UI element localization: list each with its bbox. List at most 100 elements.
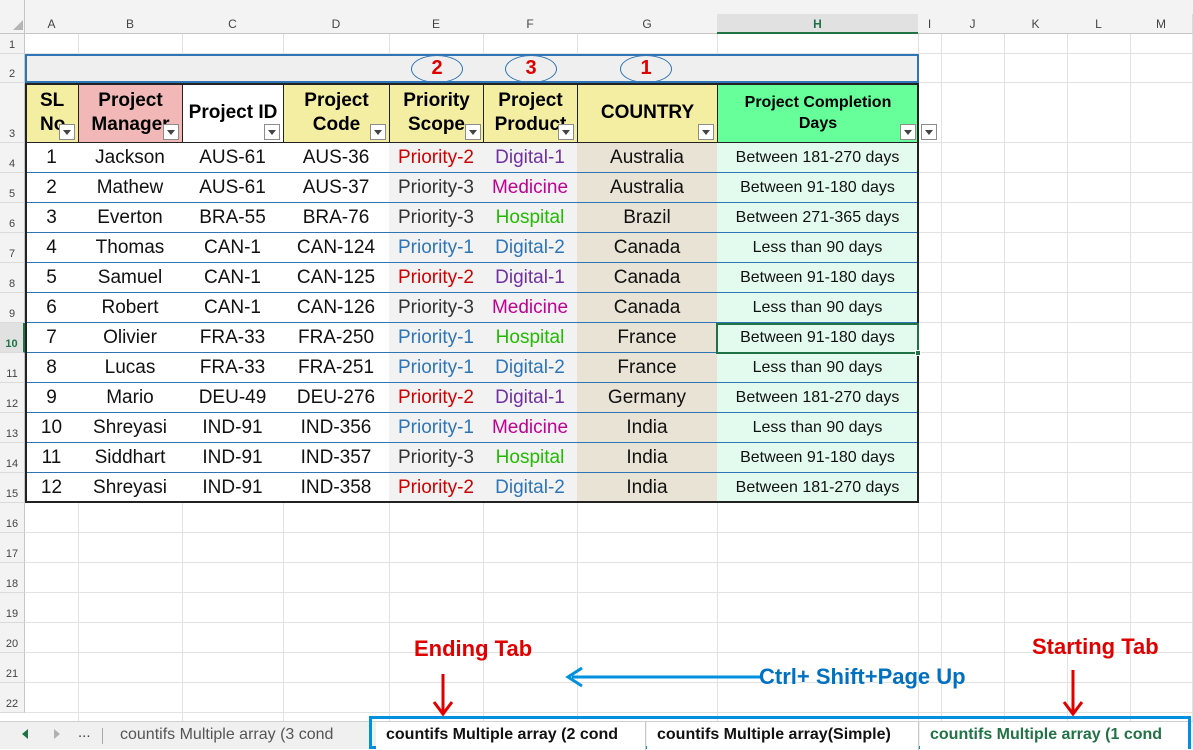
- filter-dropdown-sl[interactable]: [59, 124, 75, 140]
- cell-id[interactable]: CAN-1: [182, 263, 284, 293]
- tab-scroll-right-icon[interactable]: [54, 729, 60, 739]
- cell-manager[interactable]: Shreyasi: [78, 413, 183, 443]
- column-header-h[interactable]: H: [717, 14, 919, 34]
- filter-dropdown-country[interactable]: [698, 124, 714, 140]
- cell-product[interactable]: Digital-2: [483, 473, 578, 503]
- cell-country[interactable]: France: [577, 353, 718, 383]
- cell-country[interactable]: Canada: [577, 263, 718, 293]
- column-header-c[interactable]: C: [182, 14, 284, 34]
- cell-days[interactable]: Between 91-180 days: [717, 443, 919, 473]
- cell-manager[interactable]: Jackson: [78, 143, 183, 173]
- cell-code[interactable]: AUS-37: [283, 173, 390, 203]
- cell-code[interactable]: CAN-125: [283, 263, 390, 293]
- row-header-6[interactable]: 6: [0, 203, 25, 233]
- column-header-e[interactable]: E: [389, 14, 484, 34]
- cell-sl[interactable]: 8: [25, 353, 79, 383]
- cell-manager[interactable]: Olivier: [78, 323, 183, 353]
- cell-country[interactable]: France: [577, 323, 718, 353]
- cell-sl[interactable]: 5: [25, 263, 79, 293]
- row-header-11[interactable]: 11: [0, 353, 25, 383]
- filter-dropdown-extra[interactable]: [921, 124, 937, 140]
- row-header-7[interactable]: 7: [0, 233, 25, 263]
- row-header-8[interactable]: 8: [0, 263, 25, 293]
- row-header-4[interactable]: 4: [0, 143, 25, 173]
- cell-sl[interactable]: 2: [25, 173, 79, 203]
- header-country[interactable]: COUNTRY: [577, 83, 718, 143]
- cell-product[interactable]: Digital-1: [483, 263, 578, 293]
- cell-product[interactable]: Digital-1: [483, 383, 578, 413]
- cell-manager[interactable]: Everton: [78, 203, 183, 233]
- column-header-l[interactable]: L: [1067, 14, 1131, 34]
- cell-priority[interactable]: Priority-2: [389, 473, 484, 503]
- cell-code[interactable]: IND-357: [283, 443, 390, 473]
- cell-manager[interactable]: Mario: [78, 383, 183, 413]
- cell-priority[interactable]: Priority-2: [389, 143, 484, 173]
- cell-id[interactable]: AUS-61: [182, 143, 284, 173]
- cell-product[interactable]: Hospital: [483, 443, 578, 473]
- row-header-14[interactable]: 14: [0, 443, 25, 473]
- cell-code[interactable]: AUS-36: [283, 143, 390, 173]
- cell-country[interactable]: India: [577, 473, 718, 503]
- cell-country[interactable]: Canada: [577, 233, 718, 263]
- column-header-g[interactable]: G: [577, 14, 718, 34]
- header-project-completion-days[interactable]: Project Completion Days: [717, 83, 919, 143]
- cell-sl[interactable]: 10: [25, 413, 79, 443]
- cell-days[interactable]: Between 91-180 days: [717, 173, 919, 203]
- cell-product[interactable]: Medicine: [483, 173, 578, 203]
- row-header-20[interactable]: 20: [0, 623, 25, 653]
- cell-days[interactable]: Between 181-270 days: [717, 473, 919, 503]
- row-header-15[interactable]: 15: [0, 473, 25, 503]
- cell-sl[interactable]: 4: [25, 233, 79, 263]
- sheet-tab-3-cond[interactable]: countifs Multiple array (3 cond: [110, 722, 343, 750]
- cell-sl[interactable]: 3: [25, 203, 79, 233]
- cell-sl[interactable]: 6: [25, 293, 79, 323]
- cell-priority[interactable]: Priority-2: [389, 263, 484, 293]
- cell-sl[interactable]: 7: [25, 323, 79, 353]
- cell-country[interactable]: India: [577, 443, 718, 473]
- filter-dropdown-manager[interactable]: [163, 124, 179, 140]
- cell-manager[interactable]: Robert: [78, 293, 183, 323]
- row-header-12[interactable]: 12: [0, 383, 25, 413]
- cell-priority[interactable]: Priority-1: [389, 353, 484, 383]
- cell-manager[interactable]: Lucas: [78, 353, 183, 383]
- cell-code[interactable]: FRA-250: [283, 323, 390, 353]
- cell-country[interactable]: Brazil: [577, 203, 718, 233]
- cell-country[interactable]: Australia: [577, 173, 718, 203]
- cell-days[interactable]: Between 91-180 days: [717, 263, 919, 293]
- cell-code[interactable]: CAN-126: [283, 293, 390, 323]
- cell-priority[interactable]: Priority-3: [389, 173, 484, 203]
- cell-priority[interactable]: Priority-3: [389, 203, 484, 233]
- filter-dropdown-id[interactable]: [264, 124, 280, 140]
- cell-priority[interactable]: Priority-1: [389, 413, 484, 443]
- tab-more-button[interactable]: ...: [78, 724, 91, 741]
- filter-dropdown-completion[interactable]: [900, 124, 916, 140]
- cell-code[interactable]: CAN-124: [283, 233, 390, 263]
- cell-country[interactable]: Australia: [577, 143, 718, 173]
- cell-priority[interactable]: Priority-3: [389, 443, 484, 473]
- active-cell-outline[interactable]: [716, 323, 919, 354]
- cell-code[interactable]: FRA-251: [283, 353, 390, 383]
- row-header-22[interactable]: 22: [0, 683, 25, 713]
- column-header-f[interactable]: F: [483, 14, 578, 34]
- cell-id[interactable]: CAN-1: [182, 293, 284, 323]
- cell-priority[interactable]: Priority-1: [389, 233, 484, 263]
- cell-priority[interactable]: Priority-3: [389, 293, 484, 323]
- cell-code[interactable]: IND-356: [283, 413, 390, 443]
- column-header-d[interactable]: D: [283, 14, 390, 34]
- cell-manager[interactable]: Thomas: [78, 233, 183, 263]
- cell-code[interactable]: BRA-76: [283, 203, 390, 233]
- tab-scroll-left-icon[interactable]: [22, 729, 28, 739]
- filter-dropdown-product[interactable]: [558, 124, 574, 140]
- row-header-17[interactable]: 17: [0, 533, 25, 563]
- row-header-13[interactable]: 13: [0, 413, 25, 443]
- cell-product[interactable]: Digital-2: [483, 233, 578, 263]
- cell-country[interactable]: Canada: [577, 293, 718, 323]
- row-header-1[interactable]: 1: [0, 34, 25, 54]
- row-header-16[interactable]: 16: [0, 503, 25, 533]
- cell-days[interactable]: Between 181-270 days: [717, 143, 919, 173]
- fill-handle[interactable]: [915, 350, 921, 356]
- sheet-tab-2-cond[interactable]: countifs Multiple array (2 cond: [376, 722, 646, 750]
- cell-id[interactable]: FRA-33: [182, 323, 284, 353]
- column-header-k[interactable]: K: [1004, 14, 1068, 34]
- cell-priority[interactable]: Priority-2: [389, 383, 484, 413]
